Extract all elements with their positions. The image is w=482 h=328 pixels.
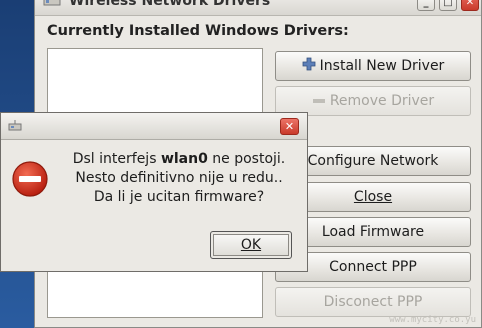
install-driver-label: Install New Driver: [319, 58, 445, 74]
dialog-message-line3: Da li je ucitan firmware?: [93, 189, 265, 205]
window-title: Wireless Network Drivers: [69, 0, 271, 9]
minus-icon: [312, 93, 326, 109]
message-suffix: ne postoji.: [207, 151, 286, 167]
install-driver-button[interactable]: Install New Driver: [275, 51, 471, 81]
dialog-titlebar[interactable]: ✕: [1, 113, 307, 140]
watermark: www.mycity.co.yu: [389, 315, 476, 325]
remove-driver-label: Remove Driver: [329, 93, 435, 109]
load-firmware-label: Load Firmware: [321, 224, 425, 240]
maximize-button[interactable]: □: [439, 0, 457, 11]
main-titlebar[interactable]: Wireless Network Drivers _ □ ✕: [35, 0, 481, 16]
dialog-message-line2: Nesto definitivno nije u redu..: [75, 170, 283, 186]
interface-name: wlan0: [160, 151, 208, 167]
dialog-message-line1: Dsl interfejs wlan0 ne postoji.: [57, 150, 301, 169]
message-prefix: Dsl interfejs: [72, 151, 161, 167]
dialog-message: Dsl interfejs wlan0 ne postoji. Nesto de…: [57, 150, 301, 207]
connect-ppp-label: Connect PPP: [329, 259, 417, 275]
dialog-close-button[interactable]: ✕: [280, 118, 299, 135]
disconnect-ppp-label: Disconect PPP: [323, 294, 423, 310]
error-icon: [12, 161, 48, 197]
ok-button[interactable]: OK: [210, 231, 292, 259]
error-dialog: ✕ Dsl interfejs wlan0 ne postoji. Nesto …: [0, 112, 308, 272]
window-close-button[interactable]: ✕: [461, 0, 479, 11]
close-label: Close: [353, 189, 393, 205]
plus-icon: [302, 57, 316, 75]
minimize-button[interactable]: _: [417, 0, 435, 11]
ok-label: OK: [240, 237, 262, 253]
network-card-icon: [43, 0, 61, 6]
configure-network-label: Configure Network: [307, 153, 439, 169]
dialog-app-icon: [8, 120, 22, 131]
section-label: Currently Installed Windows Drivers:: [47, 23, 349, 39]
disconnect-ppp-button[interactable]: Disconect PPP: [275, 287, 471, 317]
